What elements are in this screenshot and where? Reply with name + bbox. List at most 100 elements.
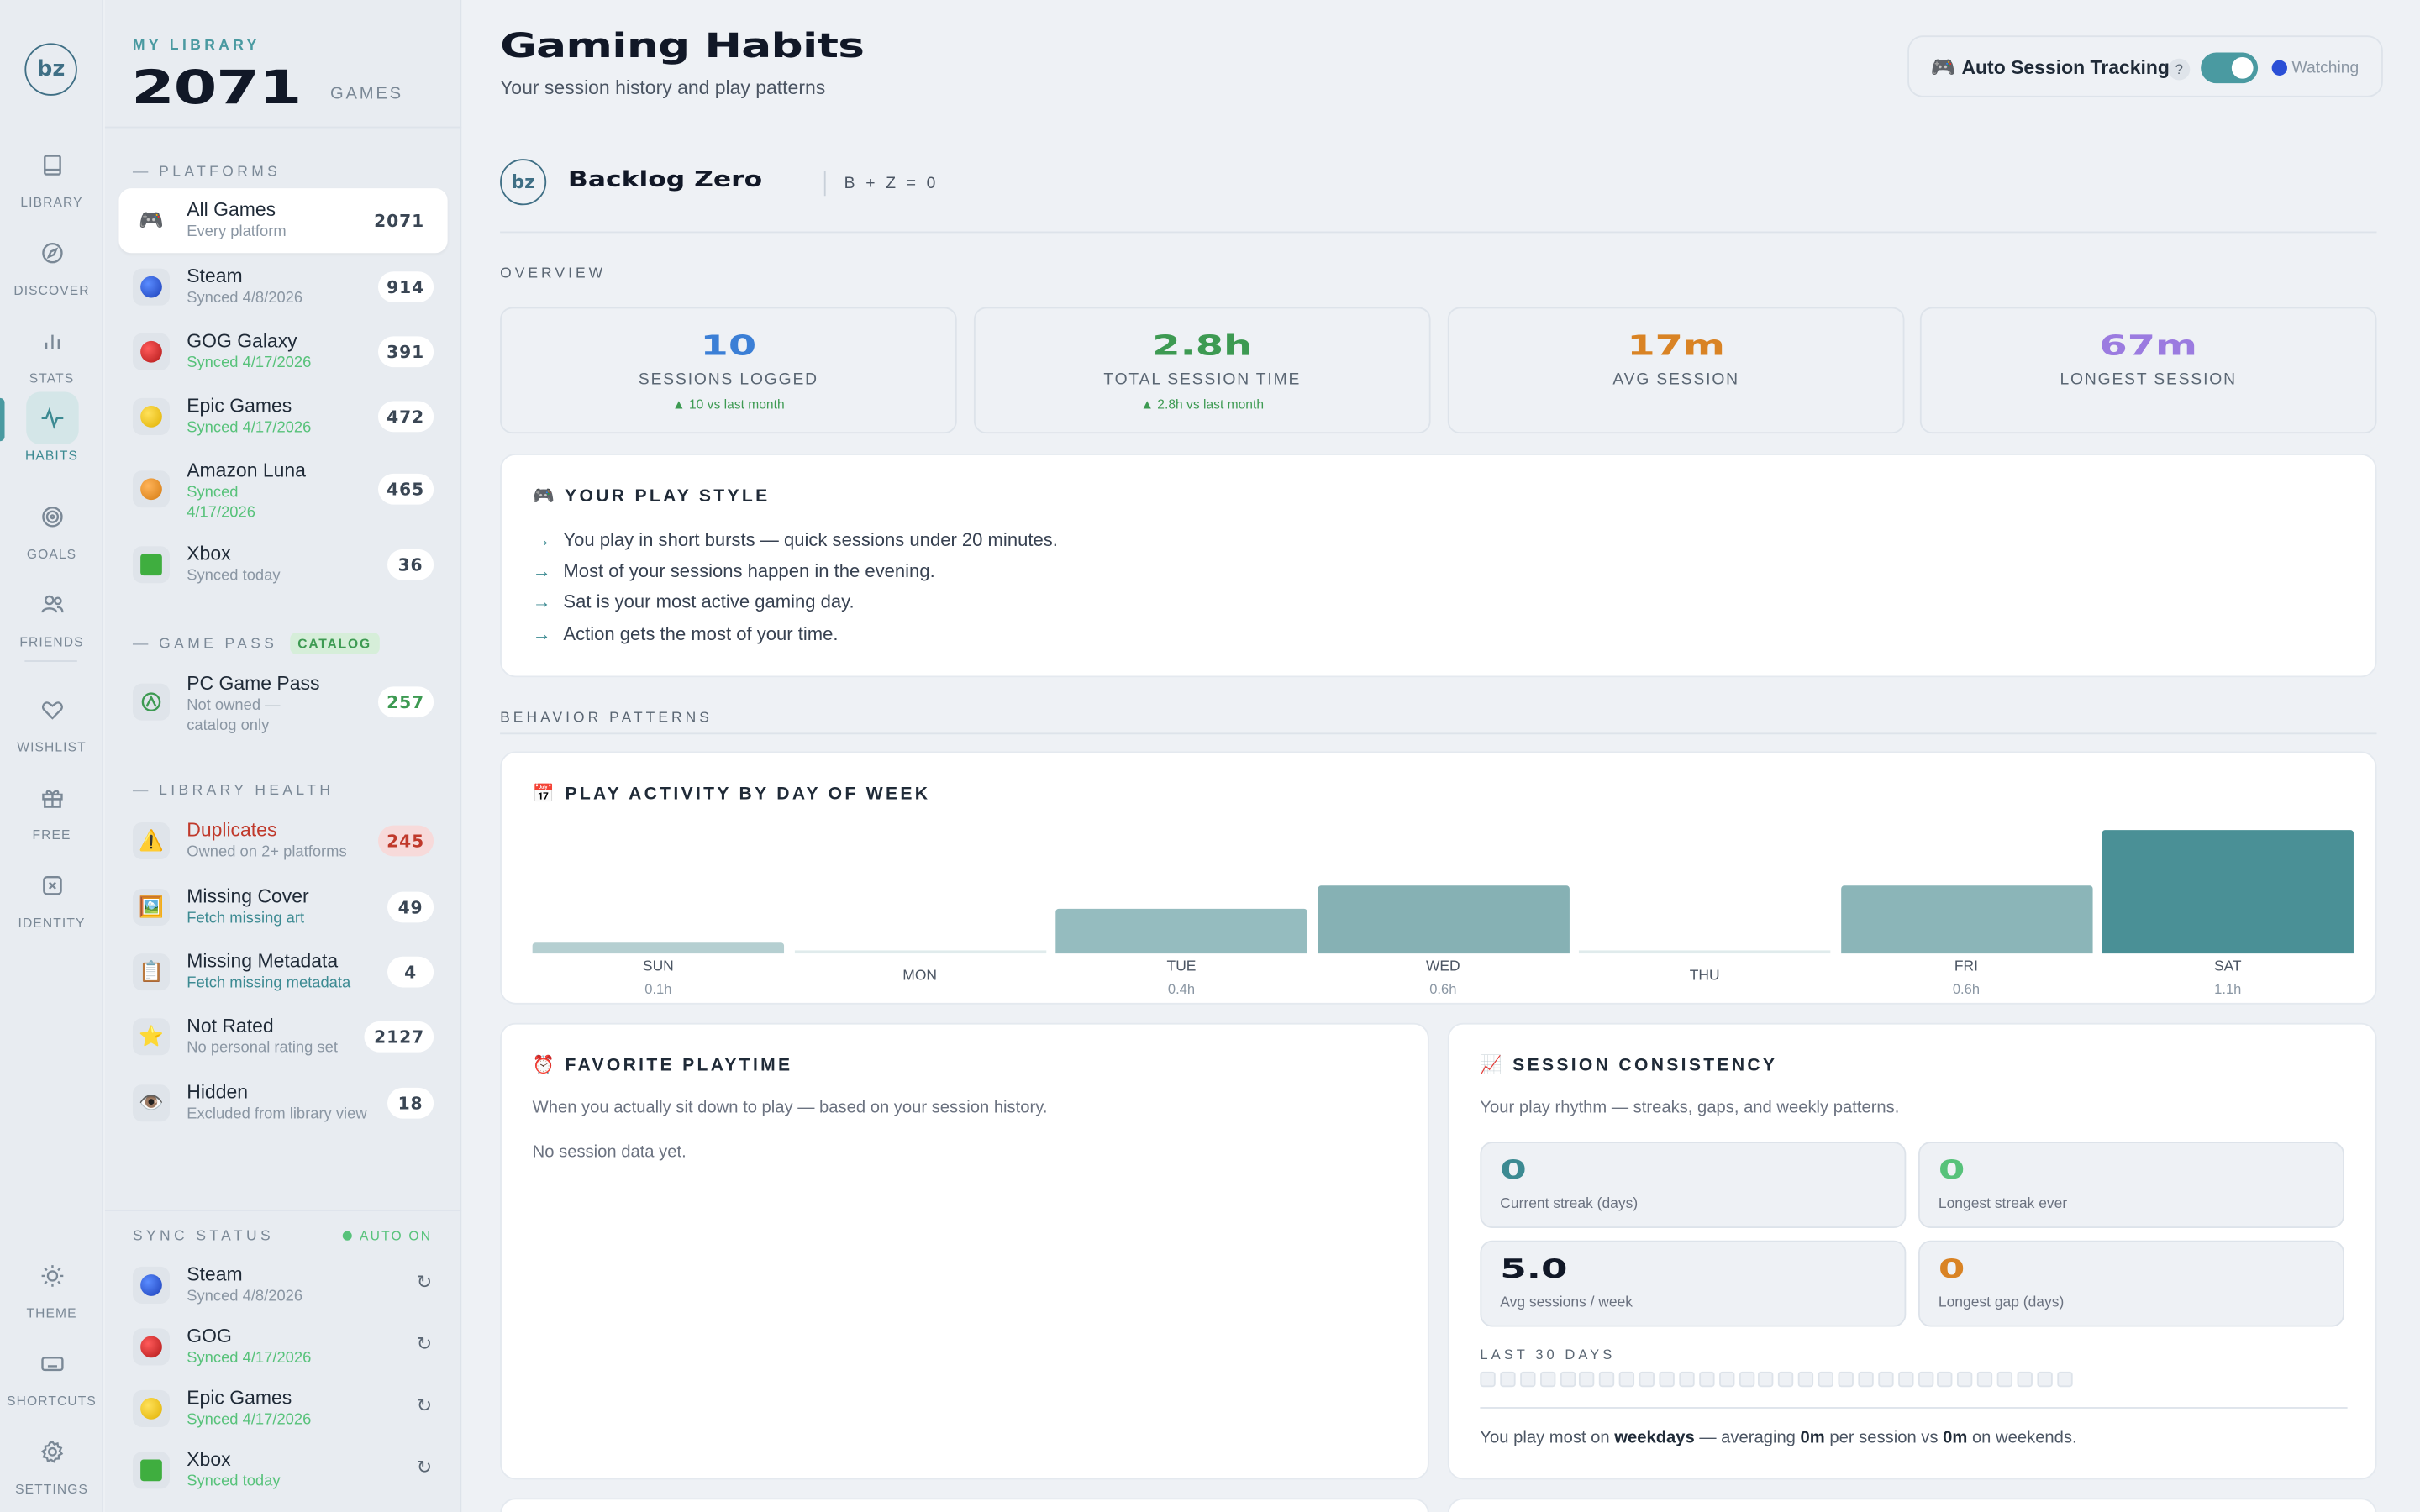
bar-mon xyxy=(793,950,1046,954)
library-count: 2071 xyxy=(131,61,302,116)
help-icon[interactable]: ? xyxy=(2168,58,2191,81)
heat-cell xyxy=(1838,1371,1854,1388)
heat-cell xyxy=(1798,1371,1814,1388)
eye-icon: 👁️ xyxy=(132,1084,171,1122)
heat-label: LAST 30 DAYS xyxy=(1480,1347,1616,1362)
watching-status-dot xyxy=(2271,60,2287,76)
heat-cell xyxy=(1918,1371,1933,1388)
heat-cell xyxy=(1539,1371,1555,1388)
rail-item-shortcuts[interactable]: SHORTCUTS xyxy=(0,1337,103,1409)
rail-item-free[interactable]: FREE xyxy=(0,771,103,843)
bar-sun xyxy=(532,942,785,954)
behavior-kicker: BEHAVIOR PATTERNS xyxy=(500,709,713,727)
refresh-icon[interactable]: ↻ xyxy=(417,1394,432,1416)
arrow-icon: → xyxy=(532,528,551,551)
heart-icon xyxy=(25,684,77,736)
rail-item-identity[interactable]: IDENTITY xyxy=(0,859,103,931)
session-consistency-card: 📈 SESSION CONSISTENCY Your play rhythm —… xyxy=(1447,1022,2377,1480)
brand-formula: B + Z = 0 xyxy=(844,174,939,193)
gog-icon xyxy=(132,1328,171,1366)
health-missing-metadata[interactable]: 📋 Missing Metadata Fetch missing metadat… xyxy=(118,940,447,1005)
book-icon xyxy=(25,139,77,191)
target-icon xyxy=(25,491,77,543)
platforms-heading: PLATFORMS xyxy=(132,164,281,181)
health-duplicates[interactable]: ⚠️ Duplicates Owned on 2+ platforms 245 xyxy=(118,808,447,873)
rail-item-settings[interactable]: SETTINGS xyxy=(0,1425,103,1497)
sidebar-divider xyxy=(104,126,462,129)
epic-icon xyxy=(132,1389,171,1427)
id-icon xyxy=(25,859,77,911)
heat-cell xyxy=(1519,1371,1536,1388)
rail-item-library[interactable]: LIBRARY xyxy=(0,139,103,210)
platform-count: 257 xyxy=(377,686,434,718)
pulse-icon xyxy=(25,391,78,444)
health-missing-cover[interactable]: 🖼️ Missing Cover Fetch missing art 49 xyxy=(118,874,447,939)
rail-item-habits[interactable]: HABITS xyxy=(0,391,103,463)
playtime-title: ⏰ FAVORITE PLAYTIME xyxy=(532,1057,793,1076)
arrow-icon: → xyxy=(532,623,551,645)
tracking-toggle[interactable] xyxy=(2201,52,2259,84)
rail-item-goals[interactable]: GOALS xyxy=(0,491,103,562)
refresh-icon[interactable]: ↻ xyxy=(417,1333,432,1355)
rail-item-discover[interactable]: DISCOVER xyxy=(0,227,103,297)
sidebar-divider xyxy=(104,1209,462,1211)
warning-icon: ⚠️ xyxy=(132,822,171,860)
stat-card-longest-session: 67m LONGEST SESSION xyxy=(1919,307,2377,434)
heat-cell xyxy=(1996,1371,2013,1388)
platform-steam[interactable]: Steam Synced 4/8/2026 914 xyxy=(118,255,447,319)
rail-item-wishlist[interactable]: WISHLIST xyxy=(0,684,103,754)
platform-pc-game-pass[interactable]: PC Game Pass Not owned — catalog only 25… xyxy=(118,662,447,745)
activity-title: 📅 PLAY ACTIVITY BY DAY OF WEEK xyxy=(532,785,931,804)
heat-cell xyxy=(2037,1371,2053,1388)
heat-cell xyxy=(1599,1371,1615,1388)
library-sidebar: MY LIBRARY 2071 GAMES PLATFORMS 🎮 All Ga… xyxy=(104,0,462,1512)
controller-icon: 🎮 xyxy=(1930,55,1956,79)
platform-epic-games[interactable]: Epic Games Synced 4/17/2026 472 xyxy=(118,384,447,449)
play-style-item: → You play in short bursts — quick sessio… xyxy=(532,528,1058,551)
gamepass-heading: GAME PASS CATALOG xyxy=(132,633,380,654)
bar-hours-label: 0.1h xyxy=(644,981,672,997)
health-hidden[interactable]: 👁️ Hidden Excluded from library view 18 xyxy=(118,1071,447,1136)
health-not-rated[interactable]: ⭐ Not Rated No personal rating set 2127 xyxy=(118,1005,447,1069)
heat-cell xyxy=(1778,1371,1794,1388)
rail-item-theme[interactable]: THEME xyxy=(0,1250,103,1320)
heat-cell xyxy=(2017,1371,2033,1388)
play-style-item: → Action gets the most of your time. xyxy=(532,623,839,645)
platform-count: 914 xyxy=(377,271,434,302)
rail-item-friends[interactable]: FRIENDS xyxy=(0,579,103,649)
bar-fri xyxy=(1840,885,2092,954)
activity-card: 📅 PLAY ACTIVITY BY DAY OF WEEK SUN 0.1h MO… xyxy=(500,751,2377,1005)
platform-gog-galaxy[interactable]: GOG Galaxy Synced 4/17/2026 391 xyxy=(118,319,447,384)
platform-amazon-luna[interactable]: Amazon Luna Synced 4/17/2026 465 xyxy=(118,449,447,532)
brand-name: Backlog Zero xyxy=(567,168,763,193)
lower-card xyxy=(500,1498,1429,1512)
bar-day-label: SUN xyxy=(642,958,674,975)
divider xyxy=(500,732,2377,735)
bar-thu xyxy=(1578,950,1831,954)
steam-icon xyxy=(132,268,171,306)
heat-cell xyxy=(1957,1371,1973,1388)
refresh-icon[interactable]: ↻ xyxy=(417,1271,432,1293)
arrow-icon: → xyxy=(532,559,551,582)
platform-xbox[interactable]: Xbox Synced today 36 xyxy=(118,533,447,597)
bar-hours-label: 1.1h xyxy=(2214,981,2242,997)
heat-cell xyxy=(1619,1371,1635,1388)
platform-all-games[interactable]: 🎮 All Games Every platform 2071 xyxy=(118,188,448,254)
icon-rail: bz LIBRARY DISCOVER STATS HABITS GOALS F… xyxy=(0,0,104,1512)
bar-day-label: THU xyxy=(1689,967,1720,984)
bar-tue xyxy=(1055,908,1307,954)
refresh-icon[interactable]: ↻ xyxy=(417,1457,432,1478)
rail-item-stats[interactable]: STATS xyxy=(0,315,103,386)
xbox-icon xyxy=(132,1452,171,1489)
app-logo[interactable]: bz xyxy=(24,43,77,96)
heat-cell xyxy=(1480,1371,1496,1388)
heat-cell xyxy=(1639,1371,1655,1388)
health-count: 245 xyxy=(377,825,434,857)
play-style-item: → Sat is your most active gaming day. xyxy=(532,591,855,613)
main-content: Gaming Habits Your session history and p… xyxy=(463,0,2420,1512)
consistency-title: 📈 SESSION CONSISTENCY xyxy=(1480,1057,1778,1076)
platform-count: 472 xyxy=(377,401,434,433)
heat-cell xyxy=(2057,1371,2073,1388)
keyboard-icon xyxy=(25,1337,77,1389)
longest-gap-card: 0 Longest gap (days) xyxy=(1918,1240,2344,1327)
